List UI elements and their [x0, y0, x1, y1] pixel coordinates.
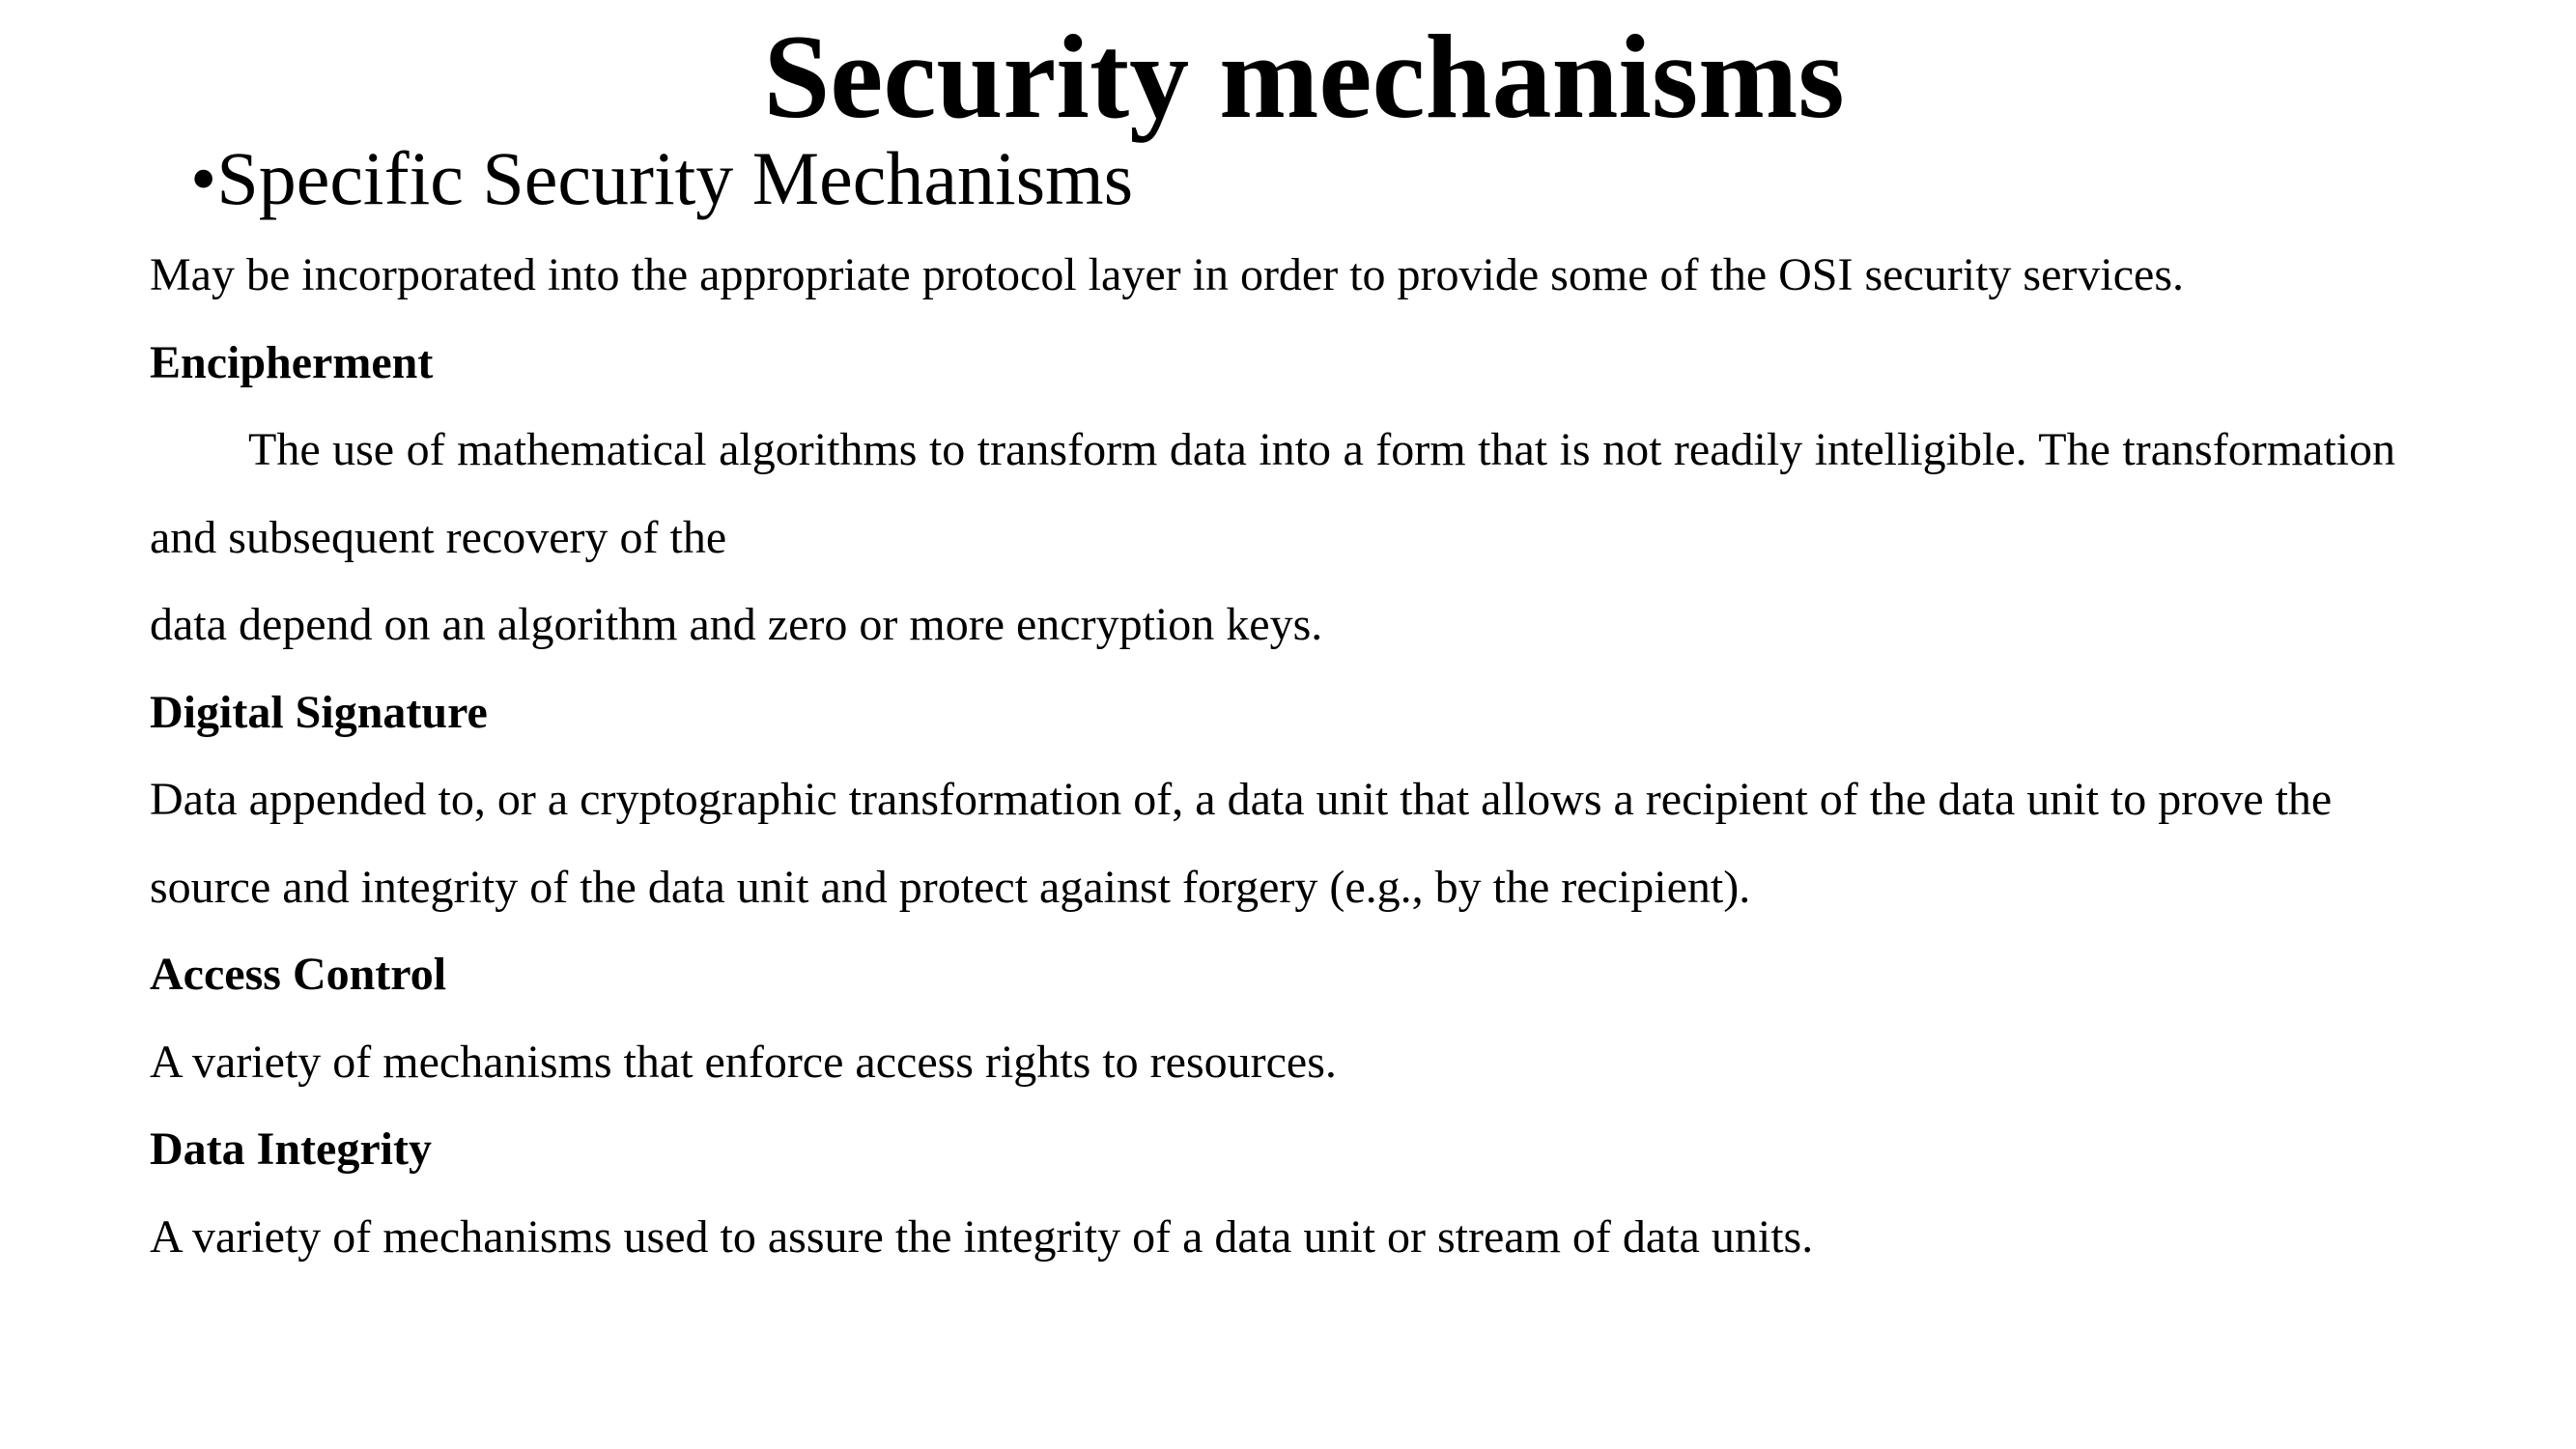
section-body-access-control: A variety of mechanisms that enforce acc…: [150, 1036, 1337, 1088]
slide-subtitle: •Specific Security Mechanisms: [190, 135, 1133, 222]
section-heading-encipherment: Encipherment: [150, 336, 434, 388]
section-body-digital-signature: Data appended to, or a cryptographic tra…: [150, 774, 2333, 913]
section-heading-access-control: Access Control: [150, 949, 447, 1000]
subtitle-text: Specific Security Mechanisms: [216, 136, 1134, 220]
section-heading-digital-signature: Digital Signature: [150, 686, 488, 738]
intro-paragraph: May be incorporated into the appropriate…: [150, 249, 2184, 300]
bullet-icon: •: [190, 136, 217, 220]
section-body-encipherment: The use of mathematical algorithms to tr…: [150, 424, 2395, 563]
slide-body: May be incorporated into the appropriate…: [150, 232, 2395, 1281]
section-heading-data-integrity: Data Integrity: [150, 1123, 432, 1175]
section-body-encipherment-continued: data depend on an algorithm and zero or …: [150, 599, 1323, 650]
slide-title: Security mechanisms: [763, 11, 1845, 143]
section-body-data-integrity: A variety of mechanisms used to assure t…: [150, 1210, 1814, 1263]
slide: Security mechanisms •Specific Security M…: [0, 0, 2576, 1449]
